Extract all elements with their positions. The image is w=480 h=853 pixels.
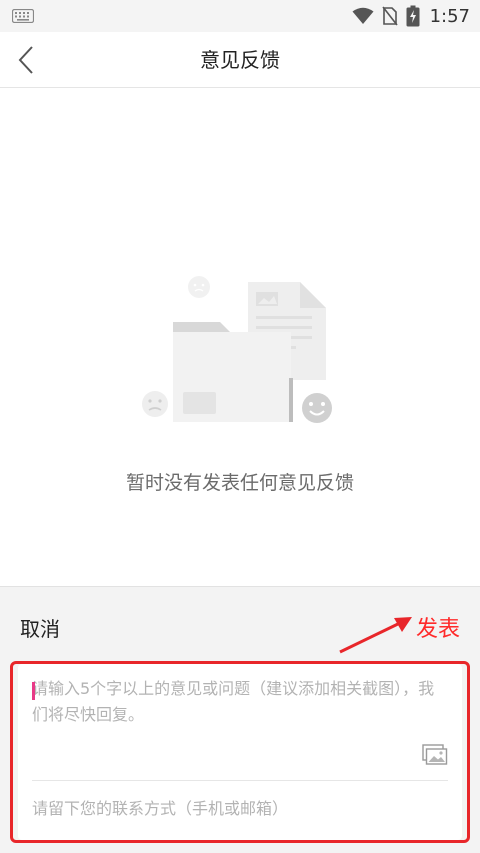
feedback-input[interactable] (32, 676, 448, 740)
image-icon[interactable] (422, 744, 448, 766)
nav-bar: 意见反馈 (0, 32, 480, 88)
empty-folder-illustration (142, 276, 332, 423)
no-sim-icon (381, 6, 398, 26)
wifi-icon (352, 7, 374, 24)
publish-button[interactable]: 发表 (416, 611, 460, 643)
contact-input[interactable] (32, 790, 448, 826)
empty-state-message: 暂时没有发表任何意见反馈 (125, 472, 354, 494)
text-caret (32, 682, 35, 700)
sad-face-small-icon (188, 276, 210, 298)
back-button[interactable] (10, 44, 42, 76)
page-title: 意见反馈 (200, 48, 280, 72)
folder-icon (173, 322, 293, 422)
battery-charging-icon (406, 5, 420, 27)
chevron-left-icon (18, 46, 33, 74)
smiley-face-icon (302, 393, 332, 423)
status-bar: 1:57 (0, 0, 480, 32)
feedback-card (18, 664, 462, 840)
keyboard-icon (12, 9, 34, 23)
divider (32, 780, 448, 781)
sad-face-icon (142, 391, 168, 417)
annotation-arrow-icon (339, 617, 412, 654)
cancel-button[interactable]: 取消 (20, 613, 60, 642)
status-time: 1:57 (429, 5, 470, 27)
